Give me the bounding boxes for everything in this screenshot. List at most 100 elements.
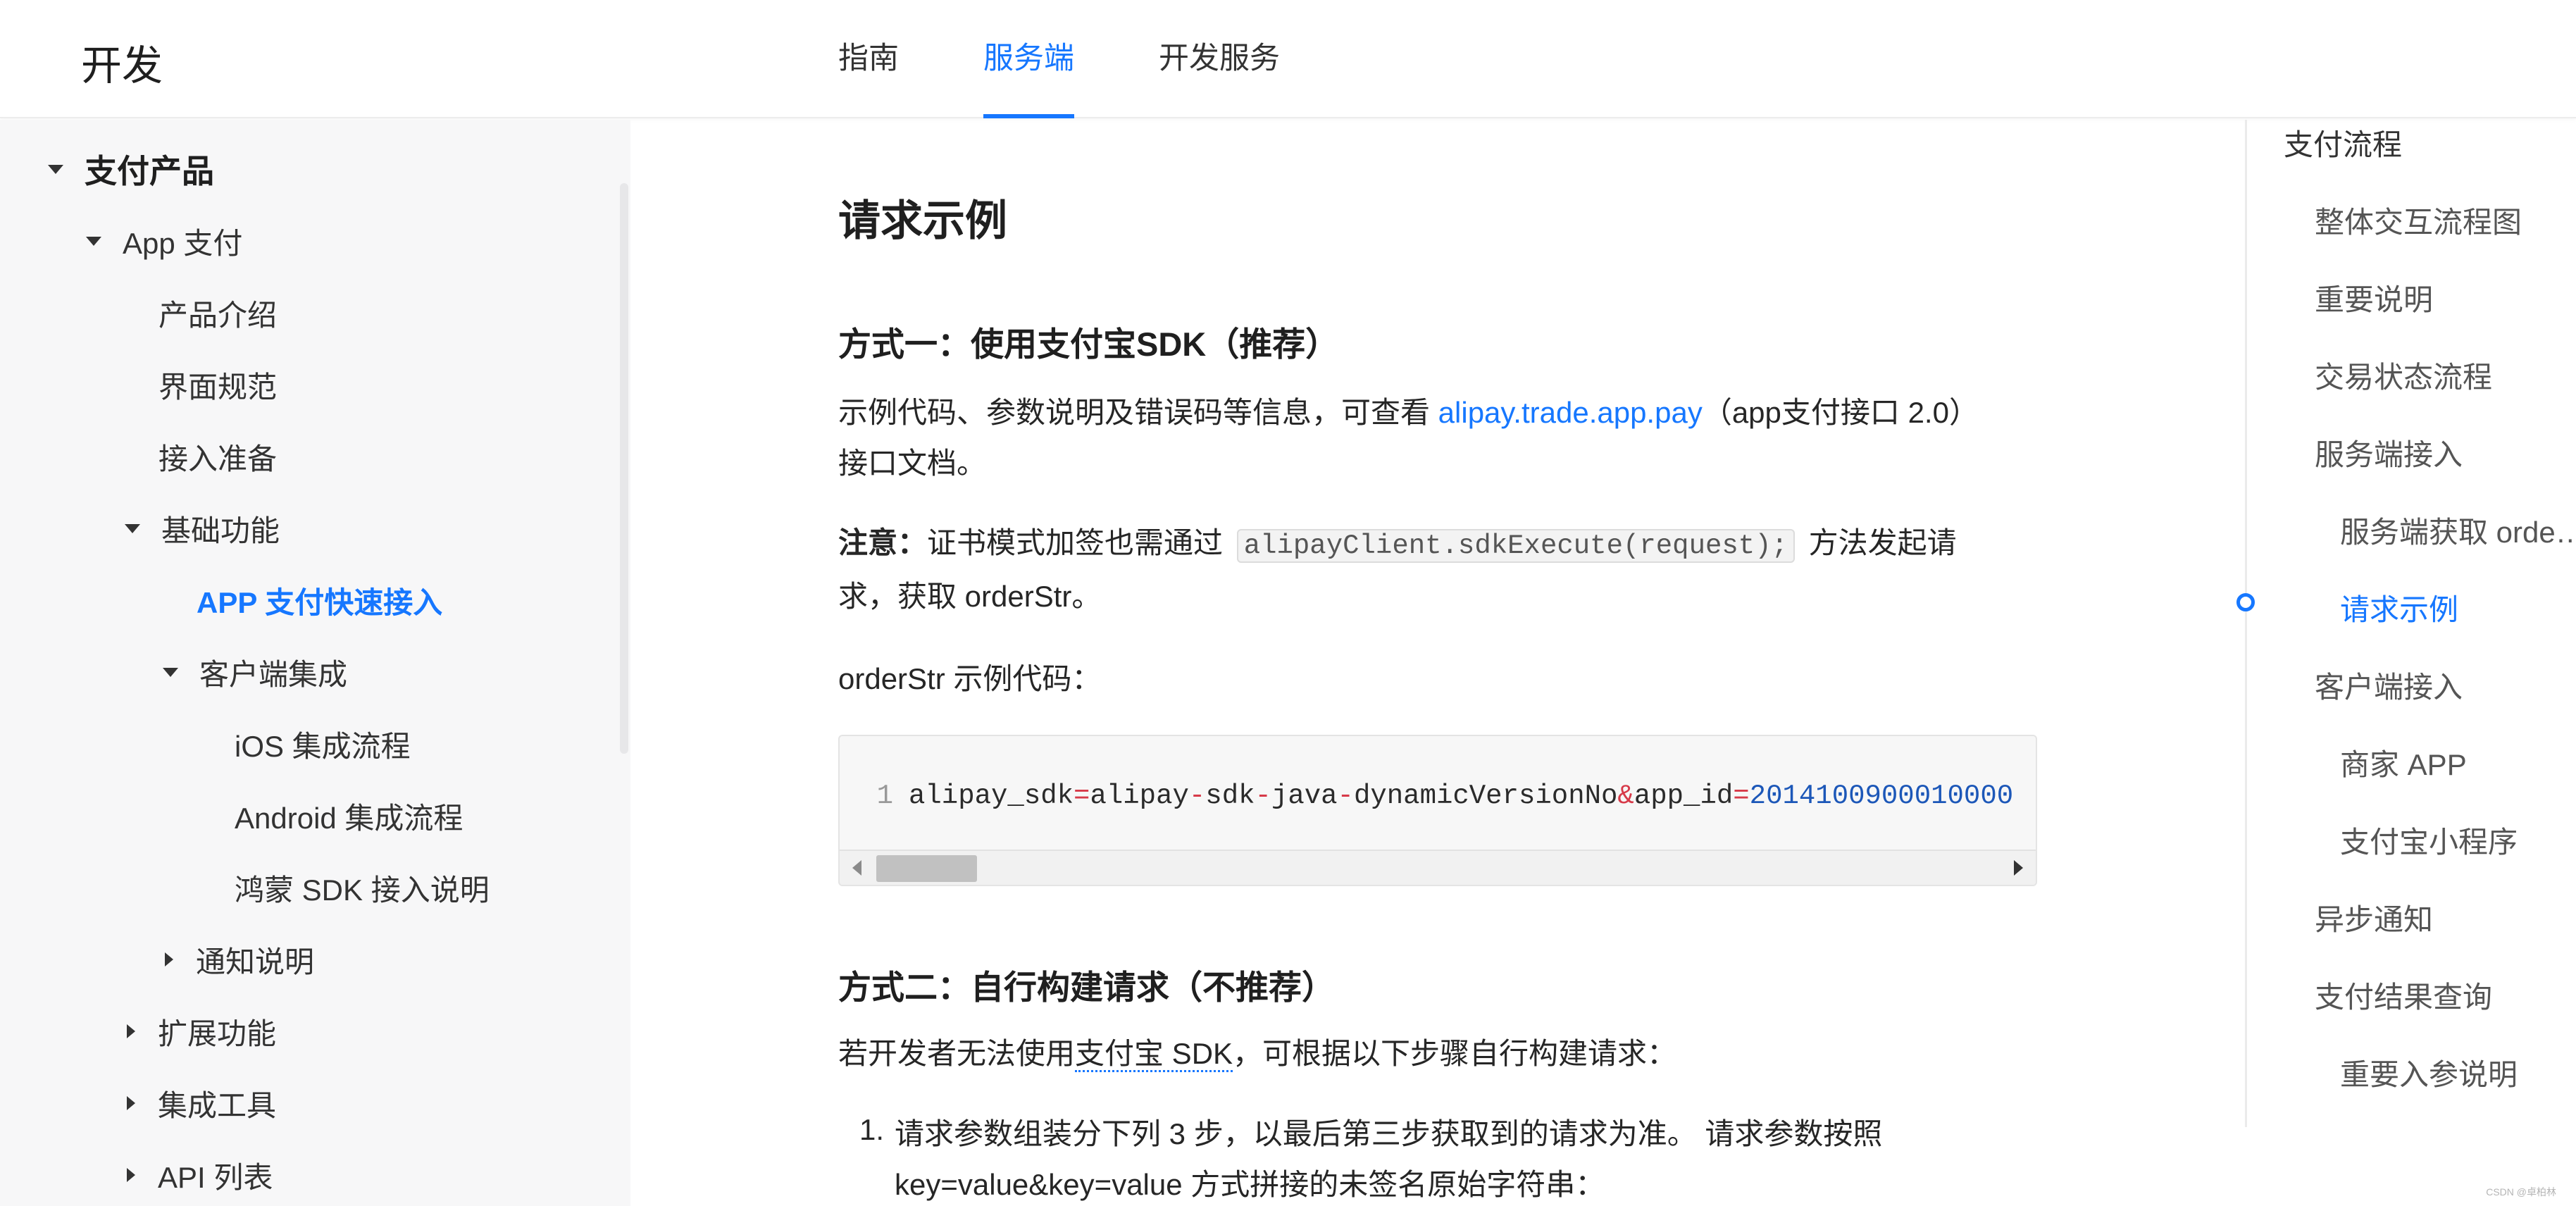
top-nav: 指南 服务端 开发服务	[838, 0, 1364, 118]
caret-down-icon	[163, 667, 178, 677]
inline-code: alipayClient.sdkExecute(request);	[1236, 529, 1796, 563]
sidebar-item-payment-products[interactable]: 支付产品	[48, 144, 214, 194]
code-hscrollbar[interactable]	[840, 850, 2036, 885]
toc-item-trade-status[interactable]: 交易状态流程	[2315, 354, 2492, 397]
sidebar-item-product-intro[interactable]: 产品介绍	[158, 287, 277, 338]
caret-down-icon	[86, 236, 101, 246]
text: 若开发者无法使用	[838, 1037, 1076, 1070]
sidebar-nav: 支付产品 App 支付 产品介绍 界面规范 接入准备 基础功能 APP 支付快速…	[0, 120, 630, 1206]
sidebar-item-label: 扩展功能	[158, 1017, 277, 1050]
toc-item-async-notify[interactable]: 异步通知	[2315, 896, 2433, 939]
method2-heading: 方式二：自行构建请求（不推荐）	[838, 969, 1335, 1006]
code-text: alipay_sdk=alipay-sdk-java-dynamicVersio…	[909, 781, 2013, 812]
code-line: 1 alipay_sdk=alipay-sdk-java-dynamicVers…	[840, 775, 2014, 817]
toc-item-pay-flow[interactable]: 支付流程	[2284, 121, 2402, 164]
code-token: java	[1271, 781, 1338, 812]
toc-item-server-integration[interactable]: 服务端接入	[2315, 431, 2463, 474]
caret-down-icon	[48, 164, 63, 174]
line-number: 1	[876, 781, 893, 812]
text: 证书模式加签也需通过	[927, 526, 1231, 559]
sidebar-item-label: 接入准备	[158, 442, 278, 475]
toc-item-request-example[interactable]: 请求示例	[2340, 586, 2458, 629]
sidebar-item-ios[interactable]: iOS 集成流程	[235, 719, 411, 769]
toc-item-params[interactable]: 重要入参说明	[2340, 1051, 2518, 1094]
sidebar-item-label: 界面规范	[158, 370, 278, 404]
sidebar-item-label: 产品介绍	[158, 298, 278, 332]
step-text: 请求参数组装分下列 3 步，以最后第三步获取到的请求为准。 请求参数按照 key…	[895, 1117, 1883, 1201]
scroll-left-arrow-icon[interactable]	[852, 860, 861, 876]
code-token: 2014100900010000	[1749, 781, 2014, 812]
toc-item-mini-program[interactable]: 支付宝小程序	[2340, 819, 2518, 862]
sidebar-item-label: 支付产品	[85, 153, 214, 189]
method2-intro: 若开发者无法使用支付宝 SDK，可根据以下步骤自行构建请求：	[838, 1028, 1993, 1079]
toc-item-interaction-diagram[interactable]: 整体交互流程图	[2315, 199, 2522, 242]
sidebar-item-harmony[interactable]: 鸿蒙 SDK 接入说明	[235, 862, 490, 913]
code-token: alipay_sdk	[909, 781, 1074, 812]
step-number: 1.	[859, 1113, 885, 1146]
tab-dev-services[interactable]: 开发服务	[1159, 0, 1280, 118]
toc-item-get-orderstr[interactable]: 服务端获取 orde…	[2340, 509, 2576, 552]
tab-guide[interactable]: 指南	[838, 0, 899, 118]
code-token: -	[1255, 781, 1271, 812]
section-title: 请求示例	[838, 197, 1007, 244]
top-header: 开发 指南 服务端 开发服务	[0, 0, 2576, 118]
sidebar-scrollbar[interactable]	[620, 183, 628, 754]
sidebar-item-app-pay[interactable]: App 支付	[86, 216, 242, 266]
sidebar-item-client-integration[interactable]: 客户端集成	[163, 647, 347, 697]
code-token: =	[1733, 781, 1750, 812]
code-token: dynamicVersionNo	[1353, 781, 1618, 812]
sidebar-item-api-list[interactable]: API 列表	[127, 1150, 273, 1200]
scroll-thumb[interactable]	[876, 855, 977, 882]
sidebar-item-label: 集成工具	[158, 1088, 277, 1122]
method1-heading: 方式一：使用支付宝SDK（推荐）	[838, 325, 1339, 363]
code-token: alipay	[1090, 781, 1189, 812]
sidebar-item-basic-features[interactable]: 基础功能	[125, 503, 280, 554]
sidebar-item-label: 客户端集成	[199, 657, 348, 691]
code-token: =	[1074, 781, 1090, 812]
sidebar-item-label: API 列表	[158, 1160, 273, 1194]
sidebar-item-ui-spec[interactable]: 界面规范	[158, 359, 277, 410]
caret-right-icon	[127, 1096, 135, 1110]
text: 示例代码、参数说明及错误码等信息，可查看	[838, 396, 1438, 429]
note-label: 注意：	[838, 526, 928, 559]
toc-item-client-integration[interactable]: 客户端接入	[2315, 664, 2463, 707]
method1-intro: 示例代码、参数说明及错误码等信息，可查看 alipay.trade.app.pa…	[838, 387, 1993, 489]
code-token: sdk	[1205, 781, 1255, 812]
brand-title[interactable]: 开发	[81, 32, 163, 92]
sidebar-item-label: App 支付	[123, 226, 243, 260]
sidebar-item-app-quick-start[interactable]: APP 支付快速接入	[197, 575, 442, 626]
api-doc-link[interactable]: alipay.trade.app.pay	[1438, 396, 1703, 429]
toc-active-marker-icon	[2236, 593, 2255, 611]
sidebar-item-label: iOS 集成流程	[235, 729, 411, 763]
code-block[interactable]: 1 alipay_sdk=alipay-sdk-java-dynamicVers…	[838, 735, 2037, 886]
sidebar-item-label: 基础功能	[161, 514, 280, 547]
text: ，可根据以下步骤自行构建请求：	[1233, 1037, 1677, 1070]
code-token: -	[1188, 781, 1206, 812]
code-token: &	[1617, 781, 1634, 812]
toc-item-merchant-app[interactable]: 商家 APP	[2340, 741, 2467, 784]
caret-right-icon	[127, 1024, 135, 1038]
sidebar-item-label: APP 支付快速接入	[197, 585, 443, 619]
caret-right-icon	[127, 1168, 135, 1182]
watermark: CSDN @卓柏林	[2486, 1186, 2556, 1198]
sidebar-item-label: Android 集成流程	[235, 801, 463, 835]
method1-note: 注意：证书模式加签也需通过 alipayClient.sdkExecute(re…	[838, 518, 1993, 622]
sidebar-item-android[interactable]: Android 集成流程	[235, 790, 463, 841]
toc-item-important-notes[interactable]: 重要说明	[2315, 276, 2433, 319]
sidebar-item-tools[interactable]: 集成工具	[127, 1078, 276, 1129]
code-token: app_id	[1634, 781, 1734, 812]
sidebar-item-notify[interactable]: 通知说明	[165, 934, 314, 985]
sidebar-item-label: 鸿蒙 SDK 接入说明	[235, 873, 490, 907]
sidebar-item-label: 通知说明	[196, 945, 315, 978]
sample-label: orderStr 示例代码：	[838, 662, 1102, 695]
toc-track	[2245, 120, 2247, 1127]
caret-down-icon	[125, 523, 140, 533]
tab-server[interactable]: 服务端	[983, 0, 1074, 118]
code-token: -	[1337, 781, 1354, 812]
sdk-link[interactable]: 支付宝 SDK	[1075, 1037, 1233, 1072]
sidebar-item-prep[interactable]: 接入准备	[158, 431, 277, 482]
caret-right-icon	[165, 952, 173, 966]
sidebar-item-extensions[interactable]: 扩展功能	[127, 1006, 276, 1057]
toc-item-result-query[interactable]: 支付结果查询	[2315, 974, 2492, 1017]
scroll-right-arrow-icon[interactable]	[2014, 860, 2023, 876]
